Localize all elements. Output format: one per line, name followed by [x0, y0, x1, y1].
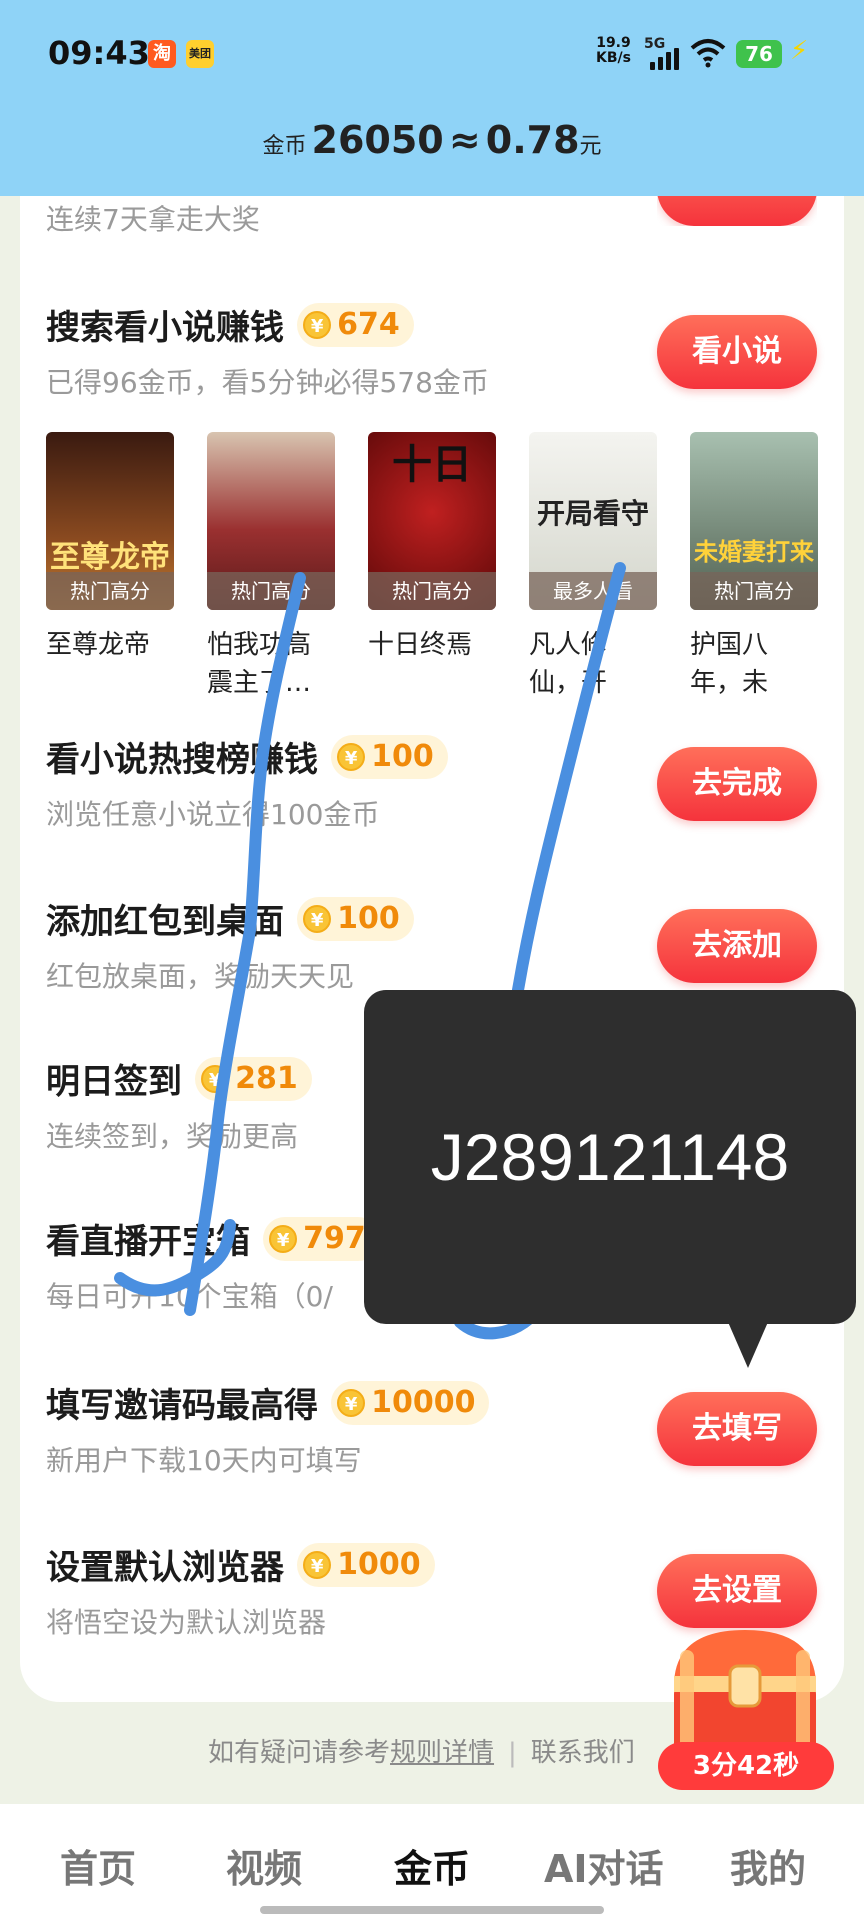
task-title: 明日签到: [46, 1062, 182, 1102]
book-item[interactable]: 十日 热门高分 十日终焉: [368, 432, 496, 664]
task-title: 添加红包到桌面: [46, 902, 284, 942]
book-tag: 热门高分: [207, 572, 335, 610]
book-cover: 热门高分: [207, 432, 335, 610]
reward-badge: ¥1000: [297, 1542, 435, 1587]
help-footer: 如有疑问请参考规则详情 | 联系我们: [208, 1738, 635, 1768]
rules-link[interactable]: 规则详情: [390, 1738, 494, 1768]
book-item[interactable]: 至尊龙帝 热门高分 至尊龙帝: [46, 432, 174, 664]
book-cover: 至尊龙帝 热门高分: [46, 432, 174, 610]
reward-badge: ¥674: [297, 302, 414, 347]
bottom-navigation: 首页 视频 金币 AI对话 我的: [0, 1804, 864, 1920]
book-tag: 最多人看: [529, 572, 657, 610]
book-title: 十日终焉: [368, 630, 473, 660]
contact-link[interactable]: 联系我们: [531, 1738, 635, 1768]
reward-badge: ¥100: [331, 734, 448, 779]
coin-icon: ¥: [337, 743, 366, 771]
coin-icon: ¥: [337, 1389, 366, 1417]
coin-icon: ¥: [303, 905, 332, 933]
book-item[interactable]: 热门高分 怕我功高震主了…: [207, 432, 335, 702]
signal-bars-icon: [650, 48, 682, 70]
book-tag: 热门高分: [690, 572, 818, 610]
charging-icon: ⚡: [790, 36, 809, 66]
reward-badge: ¥281: [195, 1056, 312, 1101]
coin-icon: ¥: [201, 1065, 230, 1093]
top-header: 09:43 淘 美团 19.9 KB/s 5G 76 ⚡ 金币 26050 ≈ …: [0, 0, 864, 196]
book-tag: 热门高分: [46, 572, 174, 610]
reward-badge: ¥10000: [331, 1380, 490, 1425]
chest-countdown: 3分42秒: [658, 1742, 834, 1790]
book-tag: 热门高分: [368, 572, 496, 610]
reward-badge: ¥797: [263, 1216, 380, 1261]
tab-home[interactable]: 首页: [60, 1838, 136, 1893]
task-title: 设置默认浏览器: [46, 1548, 284, 1588]
tab-mine[interactable]: 我的: [730, 1838, 806, 1893]
task-title: 搜索看小说赚钱: [46, 308, 284, 348]
net-speed: 19.9 KB/s: [596, 35, 631, 66]
book-cover: 开局看守 最多人看: [529, 432, 657, 610]
task-title: 看直播开宝箱: [46, 1222, 250, 1262]
coin-icon: ¥: [303, 1551, 332, 1579]
invite-code-popup[interactable]: J289121148: [364, 990, 856, 1324]
book-cover: 未婚妻打来 热门高分: [690, 432, 818, 610]
status-time: 09:43: [48, 34, 150, 72]
tab-ai-chat[interactable]: AI对话: [544, 1838, 664, 1893]
reward-badge: ¥100: [297, 896, 414, 941]
coin-icon: ¥: [303, 311, 332, 339]
taobao-notification-icon: 淘: [148, 40, 176, 68]
coin-icon: ¥: [269, 1225, 298, 1253]
meituan-notification-icon: 美团: [186, 40, 214, 68]
wifi-icon: [690, 39, 726, 68]
invite-code-text: J289121148: [430, 1120, 790, 1194]
book-title: 至尊龙帝: [46, 630, 151, 660]
home-indicator: [260, 1906, 604, 1914]
add-button[interactable]: 去添加: [657, 909, 817, 983]
book-item[interactable]: 开局看守 最多人看 凡人修仙，开局…: [529, 432, 657, 702]
book-title: 护国八年，未婚…: [690, 630, 769, 698]
book-title: 怕我功高震主了…: [207, 630, 312, 698]
read-novel-button[interactable]: 看小说: [657, 315, 817, 389]
fill-code-button[interactable]: 去填写: [657, 1392, 817, 1466]
task-title: 填写邀请码最高得: [46, 1386, 318, 1426]
tab-coins[interactable]: 金币: [394, 1838, 470, 1893]
coin-balance: 金币 26050 ≈ 0.78元: [262, 118, 602, 162]
book-cover: 十日 热门高分: [368, 432, 496, 610]
tab-video[interactable]: 视频: [226, 1838, 302, 1893]
complete-button[interactable]: 去完成: [657, 747, 817, 821]
book-item[interactable]: 未婚妻打来 热门高分 护国八年，未婚…: [690, 432, 818, 702]
task-title: 看小说热搜榜赚钱: [46, 740, 318, 780]
popup-pointer: [728, 1322, 768, 1368]
book-title: 凡人修仙，开局…: [529, 630, 608, 698]
battery-indicator: 76: [736, 40, 782, 68]
